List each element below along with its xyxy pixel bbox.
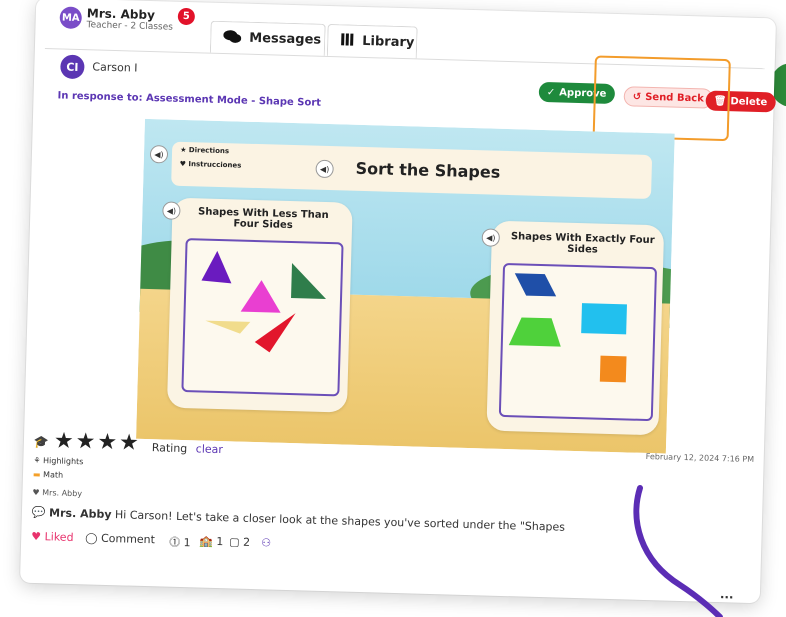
screenshot-stage: MA Mrs. Abby Teacher - 2 Classes 5 Messa… (0, 0, 786, 617)
purple-swoosh-annotation (633, 485, 723, 617)
